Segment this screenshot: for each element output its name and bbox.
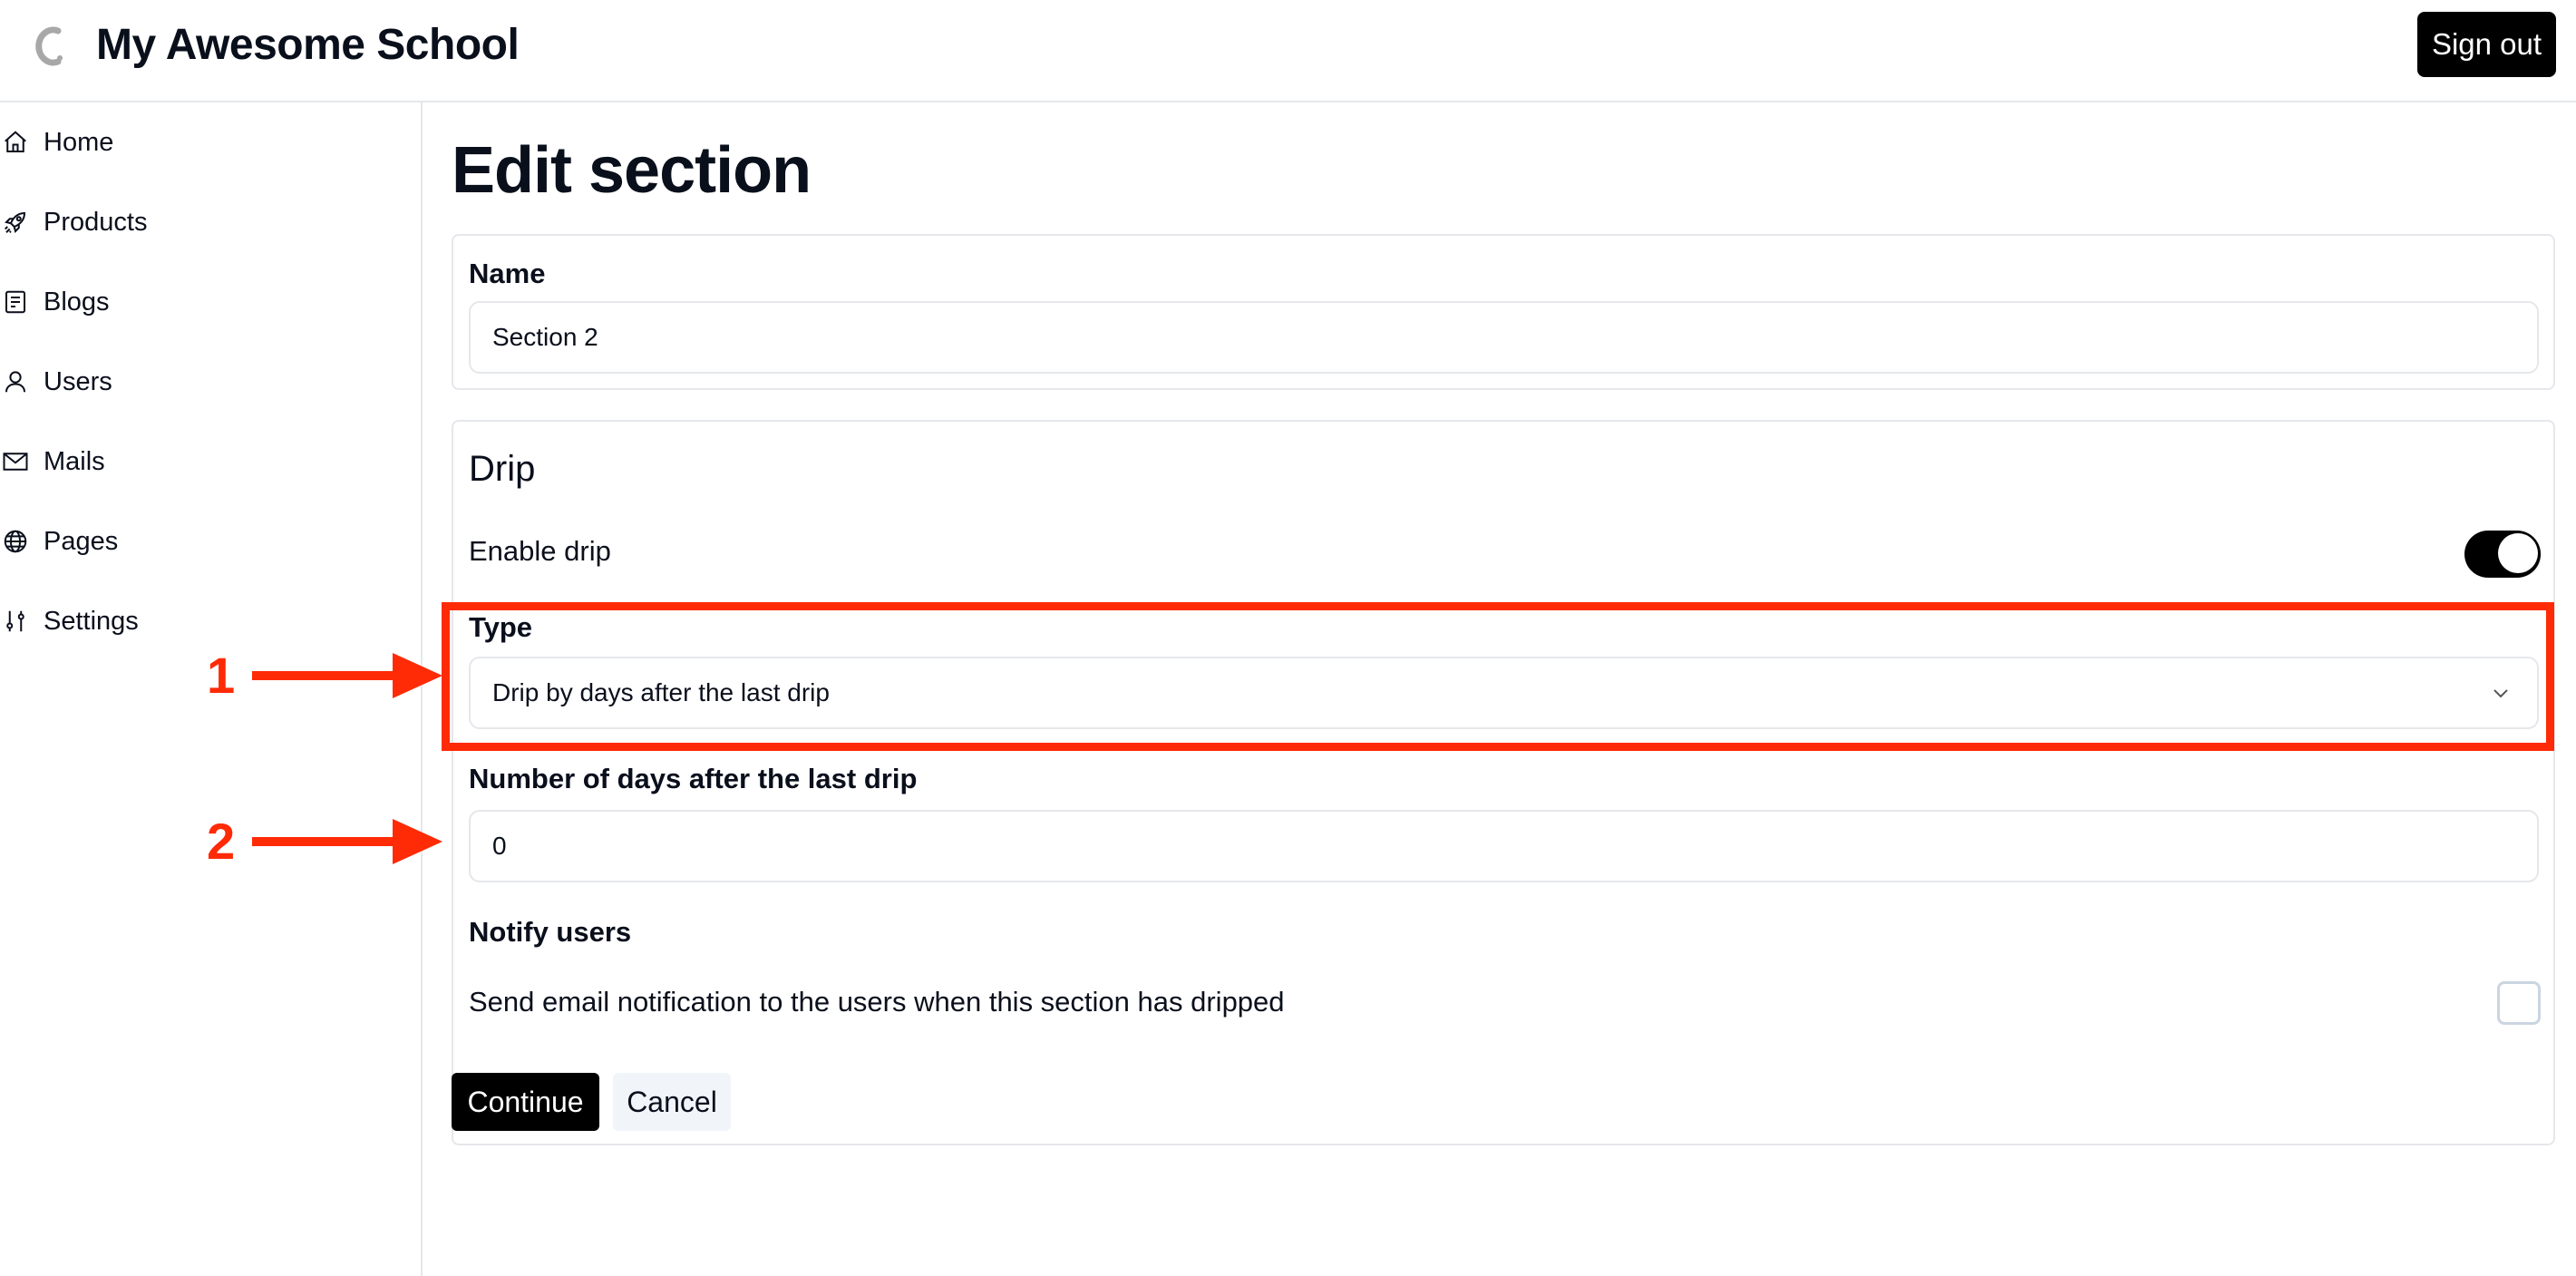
sidebar-item-settings[interactable]: Settings	[0, 594, 399, 648]
sidebar-item-label: Users	[44, 366, 112, 396]
sidebar-item-label: Pages	[44, 526, 119, 556]
notify-users-checkbox[interactable]	[2497, 981, 2541, 1025]
days-input[interactable]: 0	[469, 810, 2539, 882]
drip-type-select[interactable]: Drip by days after the last drip	[469, 657, 2539, 729]
sliders-icon	[6, 610, 24, 632]
sidebar-item-label: Blogs	[44, 287, 110, 317]
annotation-marker-2: 2	[207, 813, 236, 870]
sidebar-item-label: Settings	[44, 606, 139, 636]
sidebar-item-blogs[interactable]: Blogs	[0, 275, 399, 329]
type-label: Type	[469, 611, 533, 643]
drip-card: Drip Enable drip Type Drip by days after…	[452, 420, 2555, 1145]
sidebar-item-mails[interactable]: Mails	[0, 434, 399, 489]
annotation-arrow-icon	[252, 653, 442, 698]
enable-drip-label: Enable drip	[469, 535, 611, 567]
user-icon	[5, 371, 25, 393]
sidebar-item-home[interactable]: Home	[0, 115, 399, 170]
name-input[interactable]: Section 2	[469, 301, 2539, 374]
toggle-knob	[2498, 533, 2538, 573]
school-name: My Awesome School	[96, 21, 520, 69]
drip-heading: Drip	[469, 449, 536, 489]
enable-drip-toggle[interactable]	[2464, 531, 2541, 578]
drip-type-value: Drip by days after the last drip	[492, 678, 830, 706]
sidebar-item-label: Home	[44, 127, 114, 157]
sidebar-item-users[interactable]: Users	[0, 355, 399, 409]
continue-button[interactable]: Continue	[452, 1073, 599, 1131]
notify-users-label: Notify users	[469, 916, 632, 948]
mail-icon	[3, 453, 28, 471]
sidebar-item-label: Mails	[44, 446, 105, 476]
home-icon	[5, 131, 26, 152]
globe-icon	[4, 530, 27, 553]
page-title: Edit section	[452, 134, 812, 207]
chevron-down-icon	[2493, 689, 2508, 698]
document-icon	[5, 290, 25, 314]
sign-out-button[interactable]: Sign out	[2417, 12, 2556, 77]
cancel-button[interactable]: Cancel	[613, 1073, 731, 1131]
annotation-arrow-icon	[252, 819, 442, 864]
top-header: My Awesome School Sign out	[0, 0, 2576, 102]
school-logo-icon	[35, 26, 63, 66]
sidebar-item-label: Products	[44, 207, 148, 237]
notify-description: Send email notification to the users whe…	[469, 986, 1285, 1018]
sidebar-item-products[interactable]: Products	[0, 195, 399, 249]
name-card: Name Section 2	[452, 234, 2555, 390]
annotation-marker-1: 1	[207, 647, 236, 704]
rocket-icon	[5, 211, 26, 233]
name-label: Name	[469, 258, 546, 289]
sidebar-item-pages[interactable]: Pages	[0, 514, 399, 569]
days-label: Number of days after the last drip	[469, 763, 918, 794]
